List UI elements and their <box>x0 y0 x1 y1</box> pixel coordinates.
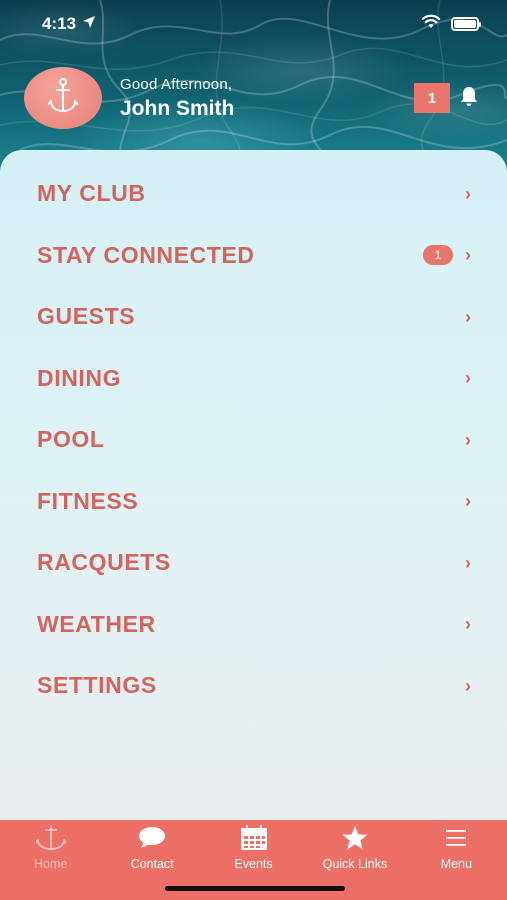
notification-count-badge[interactable]: 1 <box>414 83 450 113</box>
chevron-right-icon: › <box>465 183 471 204</box>
menu-item-label: STAY CONNECTED <box>37 241 255 268</box>
status-indicators <box>421 14 481 34</box>
menu-item-label: POOL <box>37 426 105 453</box>
tab-label: Menu <box>440 857 472 871</box>
chevron-right-icon: › <box>465 306 471 327</box>
battery-icon <box>451 17 481 31</box>
status-time-group: 4:13 <box>42 14 96 34</box>
anchor-icon <box>48 77 78 120</box>
menu-item-weather[interactable]: WEATHER › <box>0 594 507 656</box>
menu-item-settings[interactable]: SETTINGS › <box>0 655 507 717</box>
menu-item-stay-connected[interactable]: STAY CONNECTED 1 › <box>0 225 507 287</box>
main-menu: MY CLUB › STAY CONNECTED 1 › GUESTS › DI… <box>0 150 507 717</box>
menu-item-racquets[interactable]: RACQUETS › <box>0 532 507 594</box>
menu-item-right: › <box>465 492 471 510</box>
menu-item-label: RACQUETS <box>37 549 171 576</box>
menu-item-right: › <box>465 431 471 449</box>
unread-badge: 1 <box>423 245 453 266</box>
chevron-right-icon: › <box>465 368 471 389</box>
user-name: John Smith <box>120 96 235 120</box>
menu-item-fitness[interactable]: FITNESS › <box>0 471 507 533</box>
bell-icon[interactable] <box>458 85 480 112</box>
calendar-icon <box>240 825 268 851</box>
menu-item-my-club[interactable]: MY CLUB › <box>0 163 507 225</box>
menu-item-dining[interactable]: DINING › <box>0 348 507 410</box>
chat-bubble-icon <box>138 825 166 851</box>
menu-item-label: GUESTS <box>37 303 136 330</box>
menu-item-label: DINING <box>37 364 122 391</box>
chevron-right-icon: › <box>465 614 471 635</box>
profile-header: Good Afternoon, John Smith 1 <box>24 66 484 130</box>
menu-item-right: › <box>465 554 471 572</box>
tab-home[interactable]: Home <box>0 820 101 900</box>
greeting-block: Good Afternoon, John Smith <box>120 76 234 121</box>
chevron-right-icon: › <box>465 491 471 512</box>
menu-item-right: › <box>465 185 471 203</box>
battery-level <box>454 20 476 28</box>
menu-item-label: MY CLUB <box>37 180 146 207</box>
tab-label: Contact <box>130 857 174 871</box>
menu-item-label: FITNESS <box>37 487 139 514</box>
menu-item-right: › <box>465 615 471 633</box>
chevron-right-icon: › <box>465 675 471 696</box>
avatar[interactable] <box>24 67 102 129</box>
tab-menu[interactable]: Menu <box>406 820 507 900</box>
greeting-text: Good Afternoon, <box>120 75 233 93</box>
notifications[interactable]: 1 <box>414 83 480 113</box>
status-bar: 4:13 <box>0 0 507 48</box>
menu-item-right: › <box>465 677 471 695</box>
chevron-right-icon: › <box>465 245 471 266</box>
menu-item-guests[interactable]: GUESTS › <box>0 286 507 348</box>
tab-label: Quick Links <box>322 857 388 871</box>
home-indicator[interactable] <box>165 886 345 891</box>
hamburger-icon <box>444 825 468 851</box>
menu-card: MY CLUB › STAY CONNECTED 1 › GUESTS › DI… <box>0 150 507 820</box>
star-icon <box>341 825 369 851</box>
tab-label: Events <box>234 857 273 871</box>
wifi-icon <box>421 14 441 34</box>
menu-item-pool[interactable]: POOL › <box>0 409 507 471</box>
chevron-right-icon: › <box>465 429 471 450</box>
menu-item-right: › <box>465 369 471 387</box>
chevron-right-icon: › <box>465 552 471 573</box>
tab-label: Home <box>34 857 68 871</box>
menu-item-right: › <box>465 308 471 326</box>
menu-item-right: 1 › <box>423 245 471 266</box>
location-arrow-icon <box>82 14 96 34</box>
menu-item-label: SETTINGS <box>37 672 157 699</box>
status-time: 4:13 <box>42 14 77 33</box>
menu-item-label: WEATHER <box>37 610 156 637</box>
anchor-icon <box>35 825 66 851</box>
